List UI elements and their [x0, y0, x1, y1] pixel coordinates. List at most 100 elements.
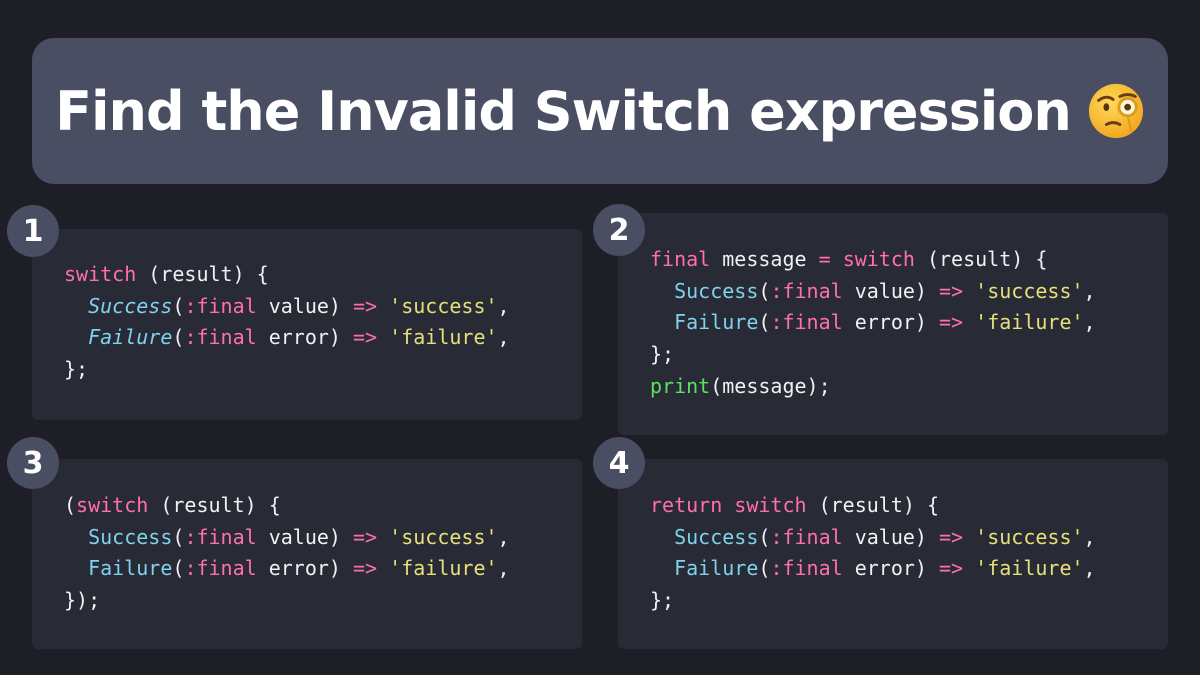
code-token: (	[758, 278, 771, 303]
code-panel-4[interactable]: return switch (result) { Success(:final …	[618, 459, 1168, 649]
code-token: ,	[1083, 278, 1096, 303]
code-line: Success(:final value) => 'success',	[650, 276, 1096, 308]
code-token: 'failure'	[975, 556, 1084, 581]
code-line: };	[650, 585, 1096, 617]
code-token: Failure	[674, 310, 759, 335]
option-badge-2[interactable]: 2	[593, 204, 645, 256]
code-token: =>	[939, 524, 964, 549]
title-card: Find the Invalid Switch expression	[32, 38, 1168, 184]
code-line: print(message);	[650, 371, 1096, 403]
code-token: ,	[497, 293, 510, 318]
code-token: 'success'	[975, 524, 1084, 549]
code-token: ,	[497, 524, 510, 549]
option-badge-1[interactable]: 1	[7, 205, 59, 257]
code-token: };	[650, 342, 675, 367]
code-token: =>	[939, 556, 964, 581]
code-token: (	[172, 524, 185, 549]
code-token: Failure	[88, 556, 173, 581]
code-token: message	[710, 247, 819, 271]
code-token: final	[650, 247, 711, 271]
code-token: (	[172, 556, 185, 581]
code-token: =	[818, 247, 831, 271]
code-token: Success	[674, 278, 759, 303]
page-title: Find the Invalid Switch expression	[55, 79, 1072, 143]
code-token: value)	[842, 278, 940, 303]
code-panel-1[interactable]: switch (result) { Success(:final value) …	[32, 229, 582, 420]
option-badge-4[interactable]: 4	[593, 437, 645, 489]
code-line: Failure(:final error) => 'failure',	[650, 307, 1096, 339]
code-line: switch (result) {	[64, 259, 510, 291]
code-line: return switch (result) {	[650, 490, 1096, 522]
code-line: };	[64, 354, 510, 386]
code-token: };	[650, 588, 675, 613]
code-token: ,	[1083, 556, 1096, 581]
code-panel-3[interactable]: ( switch (result) { Success(:final value)…	[32, 459, 582, 649]
code-token: print	[650, 373, 711, 398]
code-token: 'success'	[975, 278, 1084, 303]
code-token: ,	[497, 325, 510, 350]
code-token: =>	[353, 556, 378, 581]
code-snippet-3: ( switch (result) { Success(:final value)…	[64, 490, 510, 617]
code-token: });	[64, 588, 101, 613]
code-token: (	[172, 325, 185, 350]
code-token: error)	[842, 310, 940, 335]
code-token: switch	[734, 493, 807, 517]
code-token: error)	[256, 325, 354, 350]
code-token: value)	[256, 293, 354, 318]
option-badge-3[interactable]: 3	[7, 437, 59, 489]
code-token: Success	[88, 293, 173, 318]
code-token: Failure	[88, 325, 173, 350]
code-token: 'success'	[389, 293, 498, 318]
code-token: 'failure'	[389, 325, 498, 350]
code-line: Success(:final value) => 'success',	[650, 522, 1095, 554]
code-line: Success(:final value) => 'success',	[64, 291, 510, 323]
code-token: =>	[353, 293, 378, 318]
code-token: :final	[770, 556, 843, 581]
code-token: ,	[1083, 310, 1096, 335]
code-token: error)	[842, 556, 940, 581]
code-token: return	[650, 493, 723, 517]
code-token: :final	[184, 325, 257, 350]
code-token: =>	[939, 278, 964, 303]
code-line: Failure(:final error) => 'failure',	[650, 553, 1096, 585]
face-with-monocle-icon	[1088, 83, 1143, 139]
code-snippet-1: switch (result) { Success(:final value) …	[64, 259, 510, 386]
code-token: Success	[674, 524, 759, 549]
code-line: });	[64, 585, 510, 617]
code-token: (	[758, 310, 771, 335]
code-line: final message = switch (result) {	[650, 244, 1096, 276]
code-token: (	[758, 556, 771, 581]
code-token: (result) {	[148, 493, 281, 517]
code-token: switch	[842, 247, 915, 271]
code-snippet-2: final message = switch (result) { Succes…	[650, 244, 1096, 402]
code-token: :final	[184, 556, 257, 581]
code-token: Success	[88, 524, 173, 549]
code-panel-2[interactable]: final message = switch (result) { Succes…	[618, 213, 1168, 435]
code-token: =>	[353, 524, 378, 549]
code-token: (message);	[710, 373, 831, 398]
code-token: =>	[939, 310, 964, 335]
code-token: :final	[184, 293, 257, 318]
code-token: (result) {	[136, 262, 269, 286]
code-snippet-4: return switch (result) { Success(:final …	[650, 490, 1096, 617]
code-token: value)	[842, 524, 940, 549]
code-token: switch	[76, 493, 149, 517]
code-line: Success(:final value) => 'success',	[64, 522, 510, 554]
code-token: (result) {	[806, 493, 939, 517]
